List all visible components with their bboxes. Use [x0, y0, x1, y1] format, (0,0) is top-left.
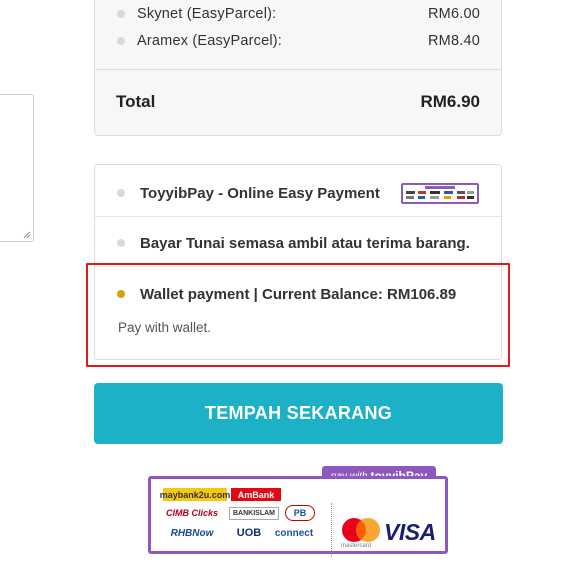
visa-logo: VISA: [384, 519, 436, 545]
radio-icon[interactable]: [117, 10, 125, 18]
shipping-option-aramex[interactable]: Aramex (EasyParcel): RM8.40: [117, 31, 480, 51]
shipping-option-label: Aramex (EasyParcel):: [137, 33, 283, 49]
radio-icon[interactable]: [117, 239, 125, 247]
shipping-option-skynet[interactable]: Skynet (EasyParcel): RM6.00: [117, 4, 480, 24]
public-bank-logo: PB: [285, 505, 315, 521]
ambank-logo: AmBank: [231, 488, 281, 501]
banner-frame: maybank2u.com AmBank CIMB Clicks BANKISL…: [148, 476, 448, 557]
wallet-highlight-box: [86, 263, 510, 367]
toyyibpay-logo-icon: [401, 183, 479, 204]
maybank-logo: maybank2u.com: [159, 488, 231, 501]
mastercard-icon: [342, 518, 380, 542]
rhb-now-logo: RHBNow: [170, 527, 214, 539]
mastercard-label: mastercard: [341, 543, 372, 549]
hong-leong-connect-logo: connect: [274, 527, 314, 539]
order-total: Total RM6.90: [116, 90, 480, 114]
cimb-clicks-logo: CIMB Clicks: [165, 508, 218, 518]
total-value: RM6.90: [420, 92, 480, 111]
radio-icon[interactable]: [117, 189, 125, 197]
divider: [331, 503, 332, 557]
place-order-button[interactable]: TEMPAH SEKARANG: [94, 383, 503, 444]
resize-grip-icon[interactable]: [23, 231, 31, 239]
payment-method-label: Bayar Tunai semasa ambil atau terima bar…: [140, 234, 470, 252]
toyyibpay-banner: pay with toyyibPay maybank2u.com AmBank …: [148, 466, 448, 557]
shipping-option-label: Skynet (EasyParcel):: [137, 6, 277, 22]
payment-method-cash[interactable]: Bayar Tunai semasa ambil atau terima bar…: [117, 233, 481, 253]
order-notes-textarea[interactable]: [0, 94, 34, 242]
shipping-option-price: RM6.00: [428, 6, 480, 22]
radio-icon[interactable]: [117, 37, 125, 45]
divider: [95, 69, 501, 70]
bank-islam-logo: BANKISLAM: [229, 507, 279, 520]
uob-logo: UOB: [236, 527, 262, 539]
order-summary: Skynet (EasyParcel): RM6.00 Aramex (Easy…: [94, 0, 502, 136]
divider: [95, 216, 501, 217]
payment-method-label: ToyyibPay - Online Easy Payment: [140, 184, 380, 202]
shipping-option-price: RM8.40: [428, 33, 480, 49]
total-label: Total: [116, 92, 156, 111]
